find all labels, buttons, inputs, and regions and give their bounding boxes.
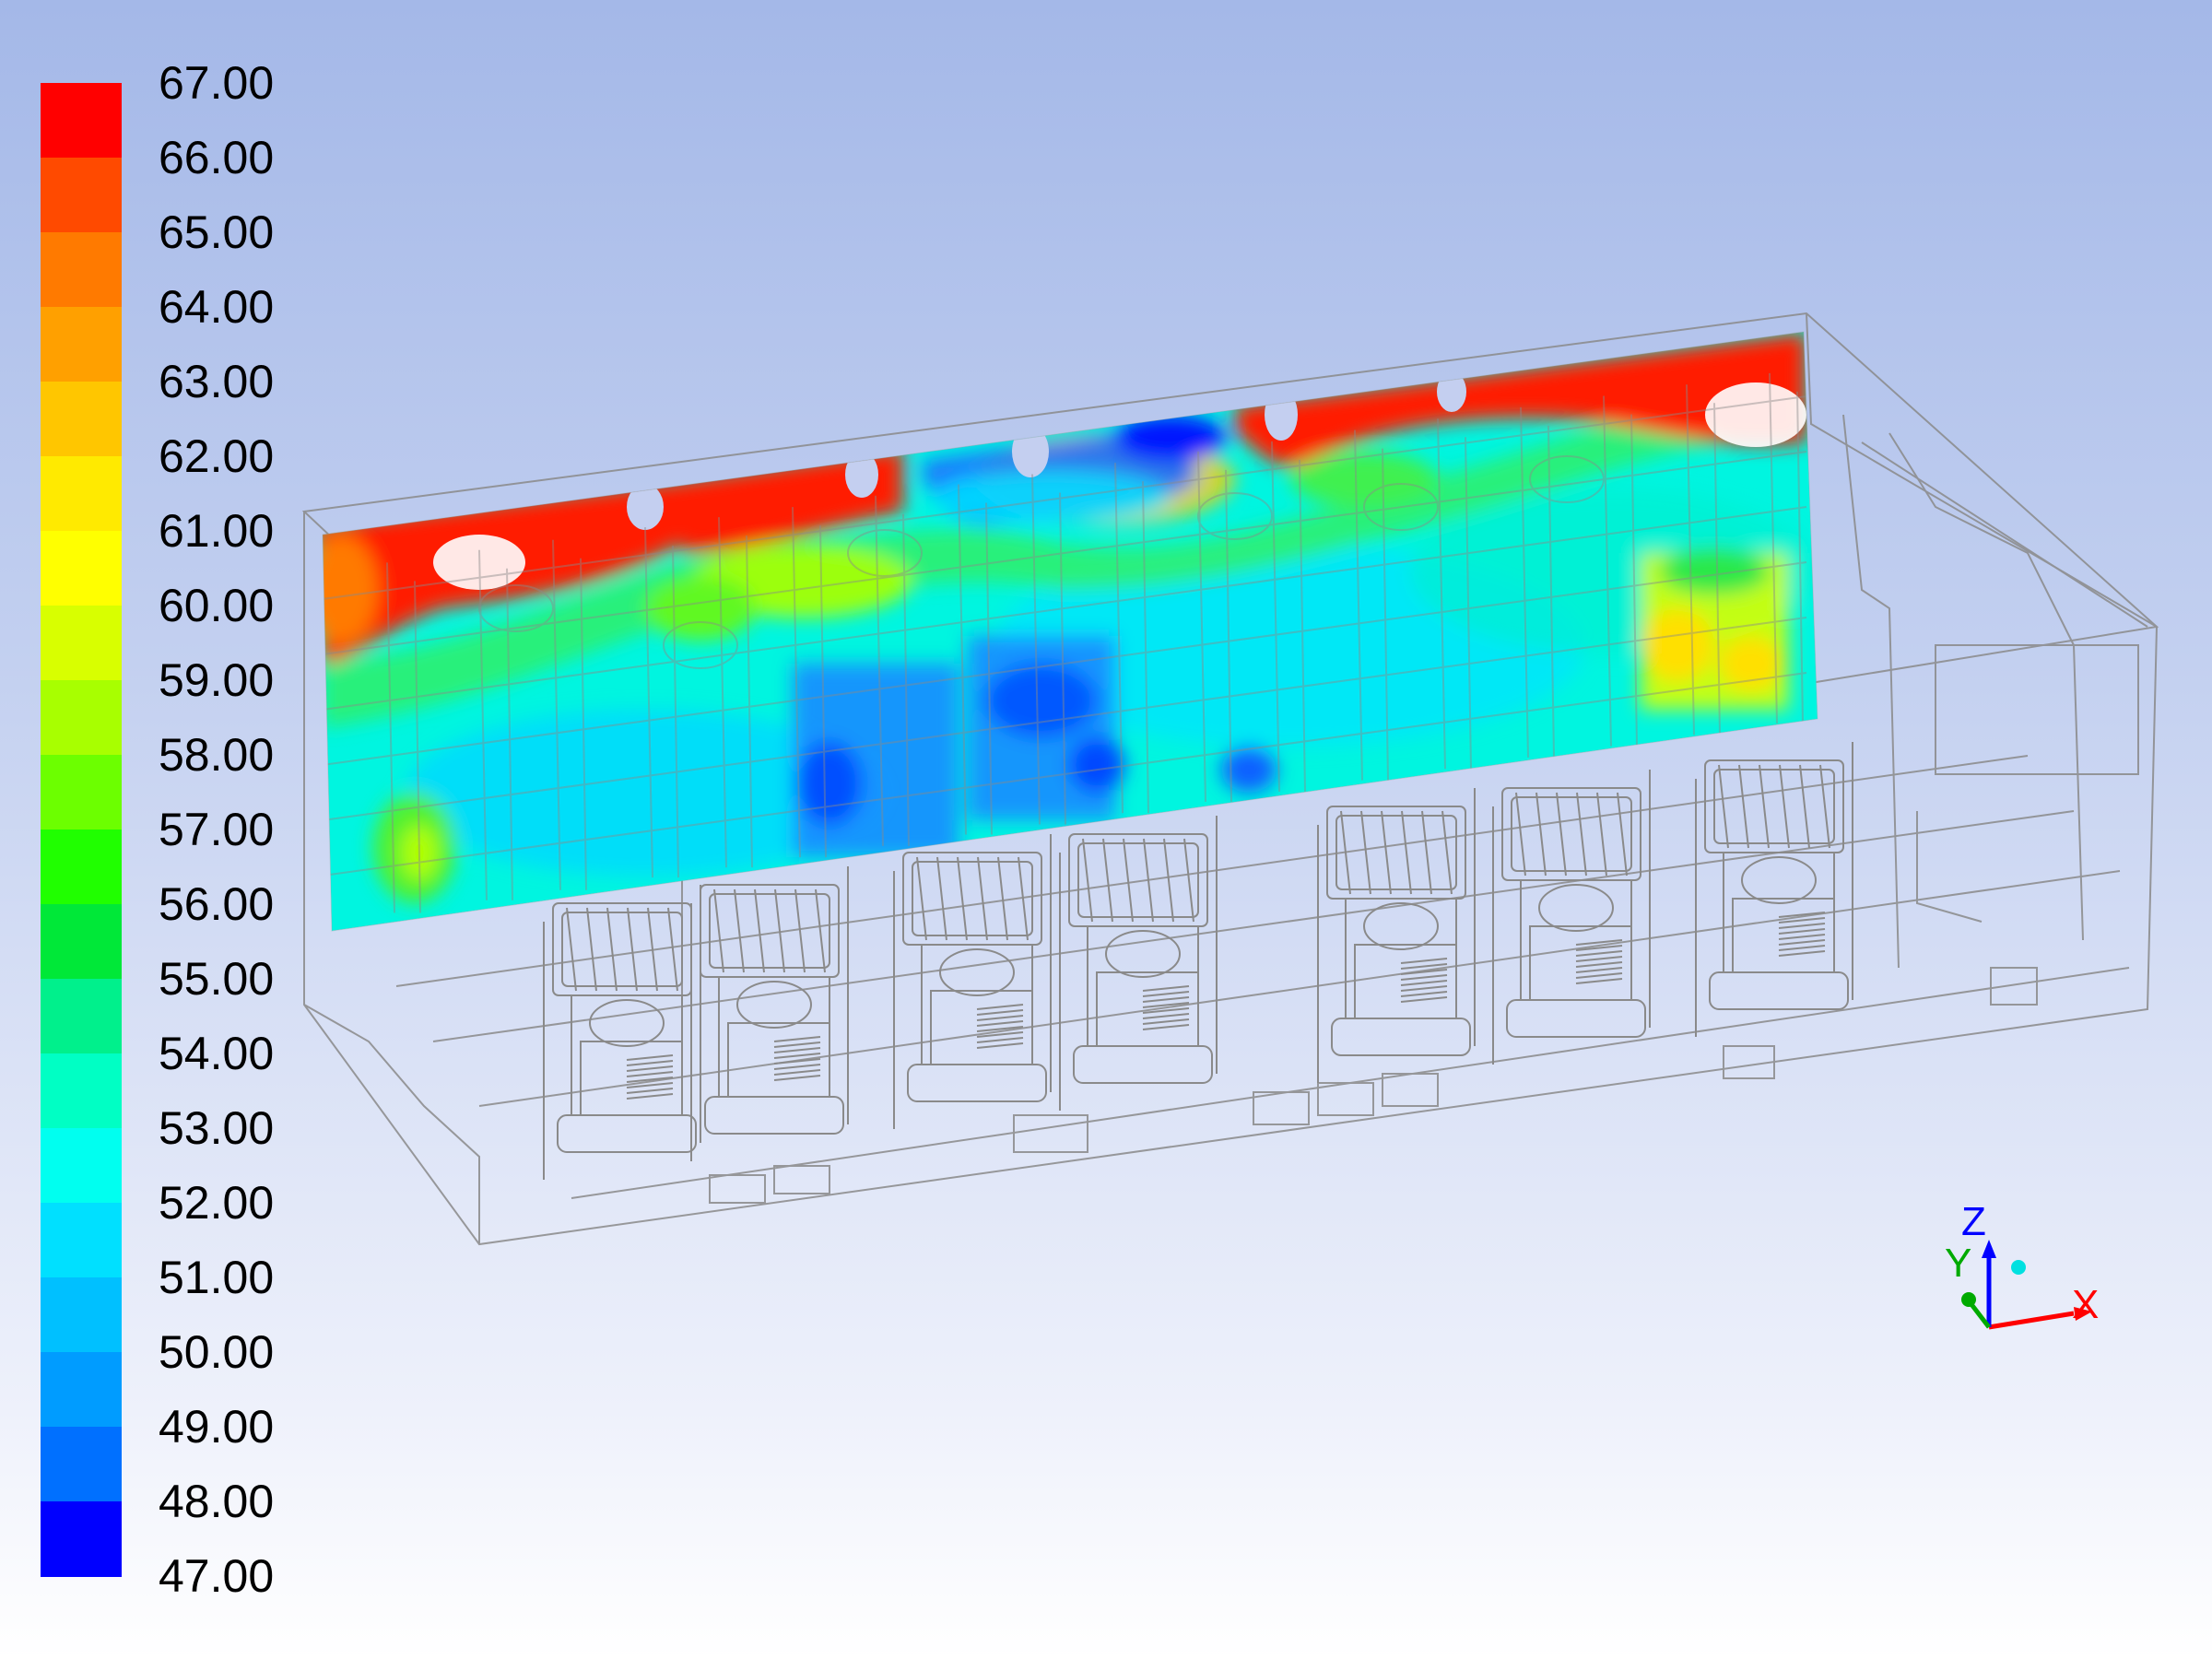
radiator-grill: [1575, 939, 1623, 984]
x-axis-line: [1988, 1311, 2075, 1330]
z-axis-label: Z: [1961, 1199, 1986, 1244]
generator-unit: [893, 834, 1052, 1129]
generator-unit: [1695, 742, 1853, 1037]
y-axis-label: Y: [1945, 1241, 1971, 1286]
generator-unit: [543, 885, 701, 1180]
generator-unit: [1317, 788, 1476, 1083]
generator-unit: [1492, 770, 1651, 1065]
radiator-grill: [1400, 958, 1448, 1003]
x-axis-label: X: [2072, 1282, 2099, 1327]
radiator-grill: [976, 1004, 1024, 1049]
generator-unit: [1059, 816, 1218, 1111]
temperature-contour-plane: [323, 332, 1818, 931]
radiator-grill: [626, 1054, 674, 1100]
axis-triad[interactable]: X Y Z: [1945, 1199, 2099, 1330]
y-axis-dot-icon: [1961, 1292, 1976, 1307]
cfd-scene[interactable]: X Y Z: [0, 0, 2212, 1659]
generator-unit: [690, 866, 849, 1161]
view-center-icon: [2011, 1260, 2026, 1275]
